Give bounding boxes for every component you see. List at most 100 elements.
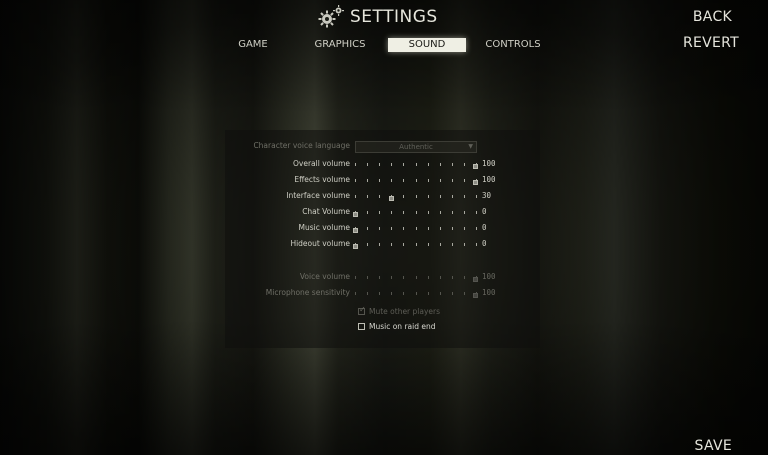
back-button[interactable]: BACK (693, 9, 732, 25)
slider-handle[interactable] (473, 164, 478, 169)
slider-row: Voice volume 100 (225, 272, 540, 286)
save-button[interactable]: SAVE (695, 438, 732, 454)
slider-tick (428, 243, 429, 246)
slider-tick (416, 211, 417, 214)
slider-track[interactable] (355, 211, 477, 214)
slider-tick (391, 243, 392, 246)
slider-label: Hideout volume (290, 239, 350, 248)
tab-controls[interactable]: CONTROLS (481, 38, 545, 52)
slider-tick (440, 227, 441, 230)
slider-tick (379, 195, 380, 198)
slider-handle[interactable] (353, 244, 358, 249)
slider-label: Music volume (298, 223, 350, 232)
voice-language-dropdown[interactable]: Authentic ▼ (355, 141, 477, 153)
slider-value: 0 (482, 223, 487, 232)
slider-tick (428, 195, 429, 198)
slider-tick (379, 292, 380, 295)
slider-tick (476, 227, 477, 230)
slider-track[interactable] (355, 227, 477, 230)
slider-row: Hideout volume 0 (225, 239, 540, 253)
slider-tick (367, 195, 368, 198)
slider-value: 100 (482, 159, 496, 168)
slider-track (355, 292, 477, 295)
slider-tick (452, 163, 453, 166)
slider-tick (452, 276, 453, 279)
slider-track[interactable] (355, 179, 477, 182)
slider-tick (464, 163, 465, 166)
slider-tick (367, 163, 368, 166)
slider-track[interactable] (355, 163, 477, 166)
slider-value: 100 (482, 288, 496, 297)
slider-label: Microphone sensitivity (265, 288, 350, 297)
slider-tick (440, 195, 441, 198)
slider-row: Effects volume 100 (225, 175, 540, 189)
slider-tick (464, 243, 465, 246)
slider-tick (355, 276, 356, 279)
slider-label: Effects volume (294, 175, 350, 184)
slider-tick (476, 243, 477, 246)
tab-bar: GAME GRAPHICS SOUND CONTROLS (0, 38, 768, 54)
check-icon: ✓ (359, 305, 366, 314)
slider-label: Voice volume (299, 272, 350, 281)
slider-tick (476, 211, 477, 214)
slider-tick (440, 211, 441, 214)
slider-tick (440, 292, 441, 295)
slider-handle[interactable] (473, 180, 478, 185)
slider-tick (355, 163, 356, 166)
slider-value: 0 (482, 239, 487, 248)
slider-row: Overall volume 100 (225, 159, 540, 173)
tab-game[interactable]: GAME (232, 38, 274, 52)
slider-label: Overall volume (293, 159, 350, 168)
slider-track (355, 276, 477, 279)
slider-tick (464, 179, 465, 182)
revert-button[interactable]: REVERT (683, 35, 739, 51)
slider-tick (379, 243, 380, 246)
slider-tick (379, 179, 380, 182)
slider-handle (473, 277, 478, 282)
slider-tick (428, 292, 429, 295)
voice-language-row: Character voice language Authentic ▼ (225, 141, 540, 155)
slider-tick (367, 276, 368, 279)
slider-handle[interactable] (353, 212, 358, 217)
slider-tick (416, 227, 417, 230)
chevron-down-icon: ▼ (468, 143, 473, 150)
music-on-raid-end-checkbox[interactable] (358, 323, 365, 330)
slider-tick (403, 211, 404, 214)
slider-tick (391, 227, 392, 230)
slider-handle[interactable] (389, 196, 394, 201)
slider-tick (428, 179, 429, 182)
music-on-raid-end-label[interactable]: Music on raid end (369, 322, 436, 331)
slider-tick (464, 227, 465, 230)
slider-tick (452, 243, 453, 246)
slider-row: Music volume 0 (225, 223, 540, 237)
slider-tick (416, 292, 417, 295)
slider-label: Interface volume (286, 191, 350, 200)
slider-tick (403, 292, 404, 295)
slider-track[interactable] (355, 243, 477, 246)
slider-track[interactable] (355, 195, 477, 198)
slider-value: 0 (482, 207, 487, 216)
slider-tick (403, 276, 404, 279)
slider-tick (391, 292, 392, 295)
slider-tick (367, 211, 368, 214)
slider-tick (464, 195, 465, 198)
slider-tick (391, 276, 392, 279)
slider-handle[interactable] (353, 228, 358, 233)
slider-row: Interface volume 30 (225, 191, 540, 205)
gears-icon (318, 5, 344, 29)
slider-tick (464, 276, 465, 279)
slider-tick (403, 163, 404, 166)
slider-tick (416, 243, 417, 246)
mute-other-players-checkbox: ✓ (358, 305, 366, 315)
tab-graphics[interactable]: GRAPHICS (309, 38, 371, 52)
music-on-raid-end-row: Music on raid end (358, 322, 436, 331)
slider-tick (403, 179, 404, 182)
slider-tick (416, 179, 417, 182)
slider-tick (440, 163, 441, 166)
tab-sound[interactable]: SOUND (388, 38, 466, 52)
slider-tick (379, 227, 380, 230)
slider-tick (464, 211, 465, 214)
slider-tick (379, 211, 380, 214)
slider-tick (355, 292, 356, 295)
slider-tick (416, 163, 417, 166)
